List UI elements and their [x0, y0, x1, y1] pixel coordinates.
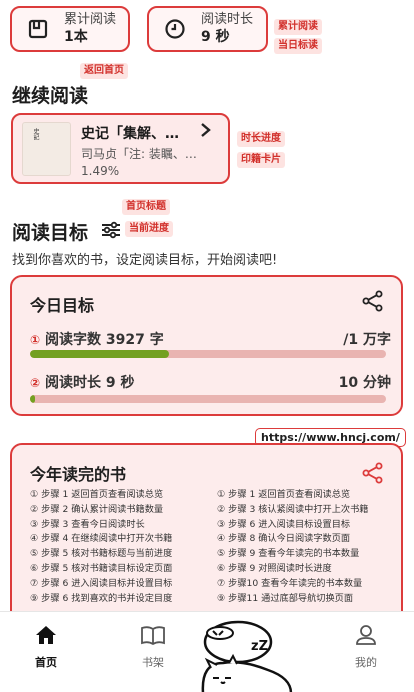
step-item: ① 步骤 1 返回首页查看阅读总览 — [30, 489, 164, 500]
settings-sliders-icon[interactable] — [101, 221, 121, 243]
time-progress-bar — [30, 395, 386, 403]
cover-title: 史記 — [32, 128, 39, 140]
step-item: ① 步骤 1 返回首页查看阅读总览 — [217, 489, 351, 500]
stat-label: 阅读时长 — [201, 12, 254, 27]
clock-icon — [163, 17, 187, 41]
bottom-nav: 首页 书架 zZ 我的 — [0, 611, 414, 692]
nav-home[interactable]: 首页 — [16, 624, 76, 670]
step-item: ⑦ 步骤 6 进入阅读目标并设置目标 — [30, 577, 173, 589]
year-books-card[interactable]: 今年读完的书 ① 步骤 1 返回首页查看阅读总览 ② 步骤 2 确认累计阅读书籍… — [10, 443, 403, 633]
sleeping-cat-icon: zZ — [183, 618, 298, 692]
book-progress: 1.49% — [81, 164, 120, 178]
reading-goal-subtitle: 找到你喜欢的书，设定阅读目标，开始阅读吧! — [12, 253, 278, 268]
continue-book-card[interactable]: 史記 史记「集解、… 司马贞「注: 装瞩、… 1.49% — [11, 113, 230, 184]
step-item: ② 步骤 2 确认累计阅读书籍数量 — [30, 503, 164, 515]
circle-two-icon: ② — [30, 376, 41, 390]
chevron-right-icon[interactable] — [199, 121, 213, 143]
book-author: 司马贞「注: 装瞩、… — [81, 147, 197, 161]
words-target: /1 万字 — [343, 332, 391, 348]
step-item: ⑤ 步骤 9 查看今年读完的书本数量 — [217, 548, 360, 560]
nav-profile[interactable]: 我的 — [336, 624, 396, 670]
time-progress-fill — [30, 395, 36, 403]
step-item: ⑥ 步骤 9 对照阅读时长进度 — [217, 562, 332, 574]
step-item: ⑥ 步骤 5 核对书籍读目标设定页面 — [30, 562, 173, 574]
step-item: ② 步骤 3 核认紧阅读中打开上次书籍 — [217, 503, 369, 515]
nav-label: 首页 — [35, 656, 57, 669]
nav-label: 书架 — [142, 656, 164, 669]
step-item: ⑦ 步骤10 查看今年读完的书本数量 — [217, 577, 363, 589]
circle-one-icon: ① — [30, 333, 41, 347]
annotation-book-card: 印籍卡片 — [237, 152, 285, 168]
step-item: ⑨ 步骤11 通过底部导航切换页面 — [217, 592, 354, 604]
step-item: ④ 步骤 4 在继续阅读中打开次书籍 — [30, 533, 173, 545]
annotation-back-home: 返回首页 — [80, 63, 128, 79]
annotation-today: 当日标读 — [274, 38, 322, 54]
nav-label: 我的 — [355, 656, 377, 669]
annotation-current-progress: 当前进度 — [125, 221, 173, 237]
step-item: ③ 步骤 3 查看今日阅读时长 — [30, 518, 145, 530]
today-goal-card[interactable]: 今日目标 ① 阅读字数 3927 字 /1 万字 ② 阅读时长 9 秒 10 分… — [10, 275, 403, 416]
step-item: ③ 步骤 6 进入阅读目标设置目标 — [217, 518, 351, 530]
today-goal-title: 今日目标 — [30, 296, 95, 315]
share-icon[interactable] — [362, 462, 384, 488]
share-icon[interactable] — [362, 290, 384, 316]
annotation-duration-progress: 时长进度 — [237, 131, 285, 147]
step-item: ⑨ 步骤 6 找到喜欢的书并设定目度 — [30, 592, 173, 604]
words-text: 阅读字数 3927 字 — [45, 332, 164, 348]
stat-value: 9 秒 — [201, 29, 230, 45]
time-text: 阅读时长 9 秒 — [45, 375, 135, 391]
stat-value: 1本 — [64, 29, 88, 45]
reading-goal-title: 阅读目标 — [12, 222, 89, 244]
profile-icon — [336, 624, 396, 650]
year-books-title: 今年读完的书 — [30, 465, 127, 484]
step-item: ④ 步骤 8 确认今日阅读字数页面 — [217, 533, 351, 545]
words-progress-bar — [30, 350, 386, 358]
steps-right-list: ① 步骤 1 返回首页查看阅读总览 ② 步骤 3 核认紧阅读中打开上次书籍 ③ … — [217, 488, 368, 606]
nav-bookshelf[interactable]: 书架 — [123, 624, 183, 670]
cumulative-reading-card[interactable]: 累计阅读 1本 — [10, 6, 130, 52]
annotation-cumulative: 累计阅读 — [274, 19, 322, 35]
time-target: 10 分钟 — [338, 375, 391, 391]
book-title: 史记「集解、… — [81, 126, 179, 142]
bookshelf-icon — [123, 624, 183, 650]
reading-duration-card[interactable]: 阅读时长 9 秒 — [147, 6, 268, 52]
time-label: ② 阅读时长 9 秒 — [30, 372, 135, 392]
words-label: ① 阅读字数 3927 字 — [30, 329, 164, 349]
annotation-home-title: 首页标题 — [122, 199, 170, 215]
stat-label: 累计阅读 — [64, 12, 117, 27]
svg-text:zZ: zZ — [251, 639, 268, 654]
book-square-icon — [26, 17, 50, 41]
continue-reading-title: 继续阅读 — [12, 85, 89, 107]
words-progress-fill — [30, 350, 169, 358]
steps-left-list: ① 步骤 1 返回首页查看阅读总览 ② 步骤 2 确认累计阅读书籍数量 ③ 步骤… — [30, 488, 172, 606]
home-icon — [16, 624, 76, 650]
step-item: ⑤ 步骤 5 核对书籍标题与当前进度 — [30, 548, 173, 560]
book-cover: 史記 — [22, 122, 71, 176]
